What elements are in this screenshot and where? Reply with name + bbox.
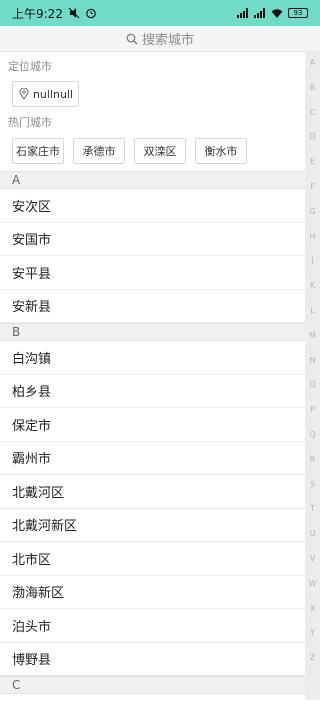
search-placeholder: 搜索城市 [141,33,194,48]
status-bar-left: 上午9:22 [12,5,97,22]
city-item[interactable]: 白沟镇 [0,341,305,375]
index-letter-e[interactable]: E [305,157,320,166]
status-bar: 上午9:22 93 [0,0,320,26]
city-item[interactable]: 博野县 [0,643,305,676]
wifi-icon [271,7,283,19]
index-letter-t[interactable]: T [305,504,320,513]
index-letter-n[interactable]: N [305,356,320,365]
search-bar[interactable]: 搜索城市 [0,26,320,52]
index-letter-g[interactable]: G [305,207,320,216]
city-item[interactable]: 泊头市 [0,609,305,643]
index-letter-a[interactable]: A [305,58,320,67]
index-letter-w[interactable]: W [305,579,320,588]
index-letter-p[interactable]: P [305,405,320,414]
city-item[interactable]: 安新县 [0,290,305,323]
search-icon [126,33,138,45]
index-letter-y[interactable]: Y [305,628,320,637]
city-list[interactable]: A 安次区 安国市 安平县 安新县 B 白沟镇 柏乡县 保定市 霸州市 北戴河区… [0,171,305,694]
index-letter-v[interactable]: V [305,554,320,563]
index-letter-k[interactable]: K [305,281,320,290]
location-section-label: 定位城市 [8,60,52,73]
index-letter-j[interactable]: J [305,256,320,265]
battery-icon: 93 [288,8,308,18]
index-letter-m[interactable]: M [305,331,320,340]
signal-icon [237,7,249,19]
index-letter-o[interactable]: O [305,380,320,389]
hot-city-row: 石家庄市 承德市 双滦区 衡水市 [12,138,247,164]
index-letter-x[interactable]: X [305,604,320,613]
hot-city-button[interactable]: 承德市 [73,138,125,164]
index-letter-u[interactable]: U [305,529,320,538]
alphabet-index-bar[interactable]: A B C D E F G H J K L M N O P Q R S T U V W X Y Z [305,51,320,700]
city-item[interactable]: 保定市 [0,408,305,442]
index-letter-s[interactable]: S [305,480,320,489]
city-item[interactable]: 安平县 [0,256,305,290]
index-letter-q[interactable]: Q [305,430,320,439]
city-item[interactable]: 渤海新区 [0,576,305,609]
index-letter-h[interactable]: H [305,232,320,241]
city-item[interactable]: 北戴河新区 [0,509,305,542]
group-header-c: C [0,676,305,694]
hot-city-button[interactable]: 石家庄市 [12,138,64,164]
index-letter-z[interactable]: Z [305,653,320,662]
city-picker-content: 定位城市 nullnull 热门城市 石家庄市 承德市 双滦区 衡水市 A 安次… [0,51,305,711]
city-item[interactable]: 霸州市 [0,442,305,475]
location-city-button[interactable]: nullnull [12,81,79,107]
index-letter-r[interactable]: R [305,455,320,464]
group-header-a: A [0,171,305,189]
index-letter-b[interactable]: B [305,83,320,92]
city-item[interactable]: 安次区 [0,189,305,223]
status-time: 上午9:22 [12,6,63,21]
city-item[interactable]: 北戴河区 [0,475,305,509]
status-bar-right: 93 [237,7,308,19]
hot-city-button[interactable]: 双滦区 [134,138,186,164]
city-item[interactable]: 安国市 [0,223,305,256]
city-item[interactable]: 柏乡县 [0,375,305,408]
hot-city-button[interactable]: 衡水市 [195,138,247,164]
mute-icon [68,7,80,19]
index-letter-c[interactable]: C [305,108,320,117]
location-pin-icon [18,88,30,100]
hot-section-label: 热门城市 [8,116,52,129]
index-letter-l[interactable]: L [305,306,320,315]
group-header-b: B [0,323,305,341]
alarm-icon [85,7,97,19]
signal-icon-2 [254,7,266,19]
index-letter-f[interactable]: F [305,182,320,191]
city-item[interactable]: 北市区 [0,542,305,576]
location-city-label: nullnull [32,87,74,101]
index-letter-d[interactable]: D [305,132,320,141]
